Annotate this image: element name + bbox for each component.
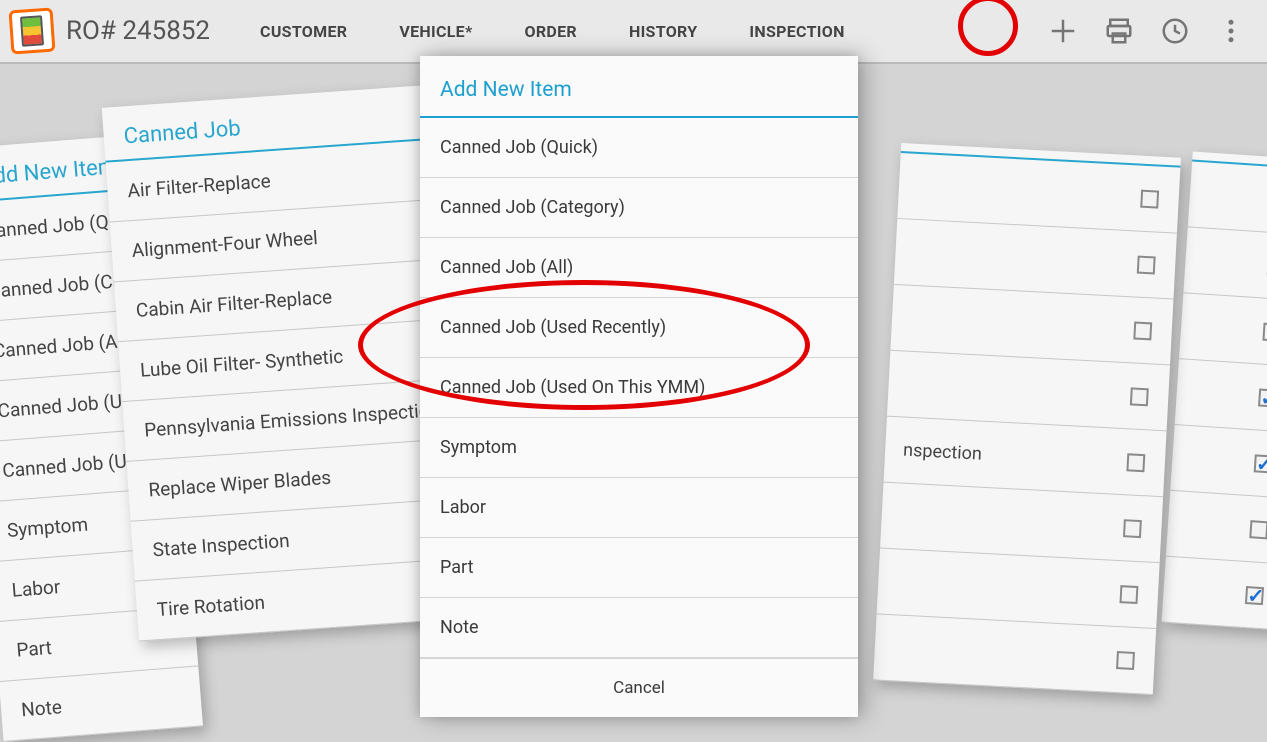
menu-item-canned-recent[interactable]: Canned Job (Used Recently) xyxy=(420,298,858,358)
row-label xyxy=(892,317,1134,330)
cancel-button[interactable]: Cancel xyxy=(420,658,858,717)
row-label: nspection xyxy=(885,439,1128,473)
checkbox[interactable] xyxy=(1258,388,1267,407)
add-new-item-dialog: Add New Item Canned Job (Quick) Canned J… xyxy=(420,56,858,717)
top-bar: RO# 245852 CUSTOMER VEHICLE* ORDER HISTO… xyxy=(0,0,1267,64)
row-label xyxy=(875,647,1117,660)
menu-item-part[interactable]: Part xyxy=(420,538,858,598)
table-row[interactable] xyxy=(1161,557,1267,631)
tab-order[interactable]: ORDER xyxy=(499,0,603,63)
ro-number: RO# 245852 xyxy=(66,16,210,46)
checkbox[interactable] xyxy=(1123,519,1142,538)
table-row[interactable] xyxy=(1170,425,1267,499)
checkbox[interactable] xyxy=(1133,321,1152,340)
bg-panel-right-near: nspection xyxy=(873,143,1181,695)
tab-inspection[interactable]: INSPECTION xyxy=(723,0,870,63)
main-tabs: CUSTOMER VEHICLE* ORDER HISTORY INSPECTI… xyxy=(234,0,871,63)
checkbox[interactable] xyxy=(1245,586,1264,605)
checkbox[interactable] xyxy=(1126,453,1145,472)
bg-panel-canned-job: Canned Job Air Filter-Replace Alignment-… xyxy=(102,85,459,641)
table-row[interactable] xyxy=(1183,227,1267,301)
menu-item-canned-category[interactable]: Canned Job (Category) xyxy=(420,178,858,238)
printer-icon xyxy=(1104,16,1134,46)
clock-icon xyxy=(1160,16,1190,46)
more-vert-icon xyxy=(1216,16,1246,46)
table-row[interactable] xyxy=(1175,359,1267,433)
checkbox[interactable] xyxy=(1262,322,1267,341)
app-logo xyxy=(9,8,56,55)
more-button[interactable] xyxy=(1203,3,1259,59)
dialog-title: Add New Item xyxy=(420,56,858,118)
table-row[interactable] xyxy=(1188,162,1267,236)
row-label xyxy=(878,581,1120,594)
checkbox[interactable] xyxy=(1130,387,1149,406)
menu-item-labor[interactable]: Labor xyxy=(420,478,858,538)
checkbox[interactable] xyxy=(1140,189,1159,208)
plus-icon xyxy=(1048,16,1078,46)
add-button[interactable] xyxy=(1035,3,1091,59)
print-button[interactable] xyxy=(1091,3,1147,59)
table-row[interactable] xyxy=(873,614,1156,695)
checkbox[interactable] xyxy=(1120,585,1139,604)
checkbox[interactable] xyxy=(1254,454,1267,473)
tab-vehicle[interactable]: VEHICLE* xyxy=(373,0,498,63)
tab-customer[interactable]: CUSTOMER xyxy=(234,0,373,63)
menu-item-canned-ymm[interactable]: Canned Job (Used On This YMM) xyxy=(420,358,858,418)
recent-button[interactable] xyxy=(1147,3,1203,59)
row-label xyxy=(899,185,1141,198)
tab-history[interactable]: HISTORY xyxy=(603,0,723,63)
row-label xyxy=(896,251,1138,264)
table-row[interactable] xyxy=(1166,491,1267,565)
table-row[interactable] xyxy=(1179,293,1267,367)
checkbox[interactable] xyxy=(1249,520,1267,539)
checkbox[interactable] xyxy=(1137,255,1156,274)
menu-item-canned-all[interactable]: Canned Job (All) xyxy=(420,238,858,298)
menu-item-symptom[interactable]: Symptom xyxy=(420,418,858,478)
menu-item-note[interactable]: Note xyxy=(420,598,858,658)
row-label xyxy=(882,515,1124,528)
menu-item-canned-quick[interactable]: Canned Job (Quick) xyxy=(420,118,858,178)
row-label xyxy=(889,383,1131,396)
checkbox[interactable] xyxy=(1116,651,1135,670)
